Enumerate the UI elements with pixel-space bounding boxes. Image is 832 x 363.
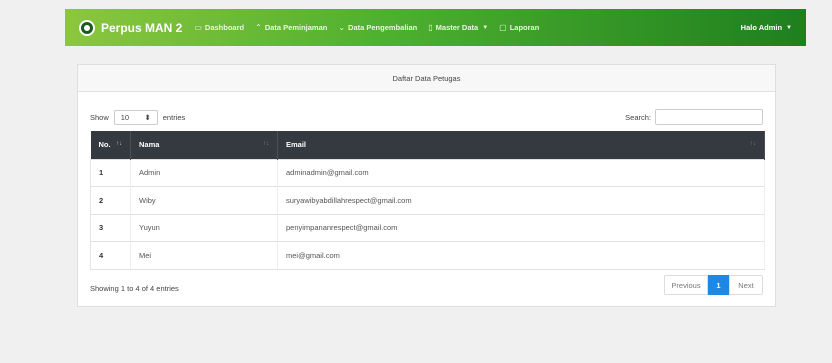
nav-item-dashboard[interactable]: ▭ Dashboard bbox=[194, 23, 244, 32]
cell-nama: Yuyun bbox=[130, 213, 278, 242]
user-greeting: Halo Admin bbox=[740, 23, 783, 32]
nav-item-master-data[interactable]: ▯ Master Data ▼ bbox=[428, 23, 488, 32]
page-1-button[interactable]: 1 bbox=[708, 275, 729, 295]
table-row: 4 Mei mei@gmail.com bbox=[90, 241, 765, 270]
column-header-nama[interactable]: Nama ↑↓ bbox=[130, 131, 278, 159]
entries-select[interactable]: 10 ⬍ bbox=[113, 110, 158, 125]
user-menu[interactable]: Halo Admin ▼ bbox=[741, 23, 792, 32]
report-icon: ▢ bbox=[499, 23, 507, 32]
caret-down-icon: ▼ bbox=[786, 24, 792, 31]
cell-nama: Admin bbox=[130, 158, 278, 187]
dashboard-icon: ▭ bbox=[194, 23, 202, 32]
cell-email: adminadmin@gmail.com bbox=[277, 158, 765, 187]
pagination: Previous 1 Next bbox=[664, 275, 763, 295]
table-row: 1 Admin adminadmin@gmail.com bbox=[90, 158, 765, 187]
next-button[interactable]: Next bbox=[729, 275, 763, 295]
sort-icon: ↑↓ bbox=[263, 141, 269, 147]
cell-email: penyimpananrespect@gmail.com bbox=[277, 213, 765, 242]
nav-item-data-pengembalian[interactable]: ⌄ Data Pengembalian bbox=[338, 23, 417, 32]
entries-label: entries bbox=[162, 113, 186, 122]
nav-menu: ▭ Dashboard ⌃ Data Peminjaman ⌄ Data Pen… bbox=[194, 23, 550, 32]
petugas-card: Daftar Data Petugas Show 10 ⬍ entries Se… bbox=[77, 64, 776, 307]
card-title: Daftar Data Petugas bbox=[392, 73, 461, 83]
cell-nama: Mei bbox=[130, 241, 278, 270]
caret-down-icon: ▼ bbox=[482, 24, 489, 31]
cell-nama: Wiby bbox=[130, 186, 278, 214]
cell-no: 4 bbox=[90, 241, 131, 270]
cell-no: 3 bbox=[90, 213, 131, 242]
search-input[interactable] bbox=[655, 109, 763, 125]
table-row: 2 Wiby suryawibyabdillahrespect@gmail.co… bbox=[90, 186, 765, 214]
entries-value: 10 bbox=[120, 113, 130, 122]
sort-icon: ↑↓ bbox=[750, 141, 756, 147]
search-label: Search: bbox=[625, 112, 651, 122]
column-header-email[interactable]: Email ↑↓ bbox=[277, 131, 765, 159]
brand-logo-icon bbox=[79, 19, 95, 36]
nav-item-data-peminjaman[interactable]: ⌃ Data Peminjaman bbox=[255, 23, 327, 32]
column-header-no[interactable]: No. ↑↓ bbox=[90, 131, 131, 159]
card-header: Daftar Data Petugas bbox=[78, 65, 775, 92]
cell-no: 1 bbox=[90, 158, 131, 187]
nav-item-label: Master Data bbox=[435, 23, 479, 32]
nav-item-laporan[interactable]: ▢ Laporan bbox=[499, 23, 539, 32]
top-navbar: Perpus MAN 2 ▭ Dashboard ⌃ Data Peminjam… bbox=[65, 9, 806, 46]
nav-item-label: Dashboard bbox=[204, 23, 245, 32]
nav-item-label: Data Pengembalian bbox=[348, 23, 418, 32]
petugas-table: No. ↑↓ Nama ↑↓ Email ↑↓ 1 Admin adminadm… bbox=[90, 131, 765, 270]
select-arrow-icon: ⬍ bbox=[144, 113, 151, 122]
entries-length: Show 10 ⬍ entries bbox=[90, 110, 185, 125]
show-label: Show bbox=[90, 113, 109, 122]
sort-icon: ↑↓ bbox=[116, 141, 122, 147]
return-icon: ⌄ bbox=[338, 23, 346, 32]
brand-name: Perpus MAN 2 bbox=[101, 20, 183, 35]
cell-no: 2 bbox=[90, 186, 131, 214]
cell-email: suryawibyabdillahrespect@gmail.com bbox=[277, 186, 765, 214]
previous-button[interactable]: Previous bbox=[664, 275, 708, 295]
master-data-icon: ▯ bbox=[428, 23, 433, 32]
table-controls: Show 10 ⬍ entries Search: bbox=[90, 109, 763, 125]
nav-item-label: Data Peminjaman bbox=[264, 23, 328, 32]
nav-item-label: Laporan bbox=[509, 23, 540, 32]
brand[interactable]: Perpus MAN 2 bbox=[79, 19, 183, 36]
borrow-icon: ⌃ bbox=[255, 23, 262, 32]
table-row: 3 Yuyun penyimpananrespect@gmail.com bbox=[90, 213, 765, 242]
table-info: Showing 1 to 4 of 4 entries bbox=[90, 284, 179, 293]
table-search: Search: bbox=[625, 109, 763, 125]
table-header-row: No. ↑↓ Nama ↑↓ Email ↑↓ bbox=[90, 131, 765, 159]
cell-email: mei@gmail.com bbox=[277, 241, 765, 270]
